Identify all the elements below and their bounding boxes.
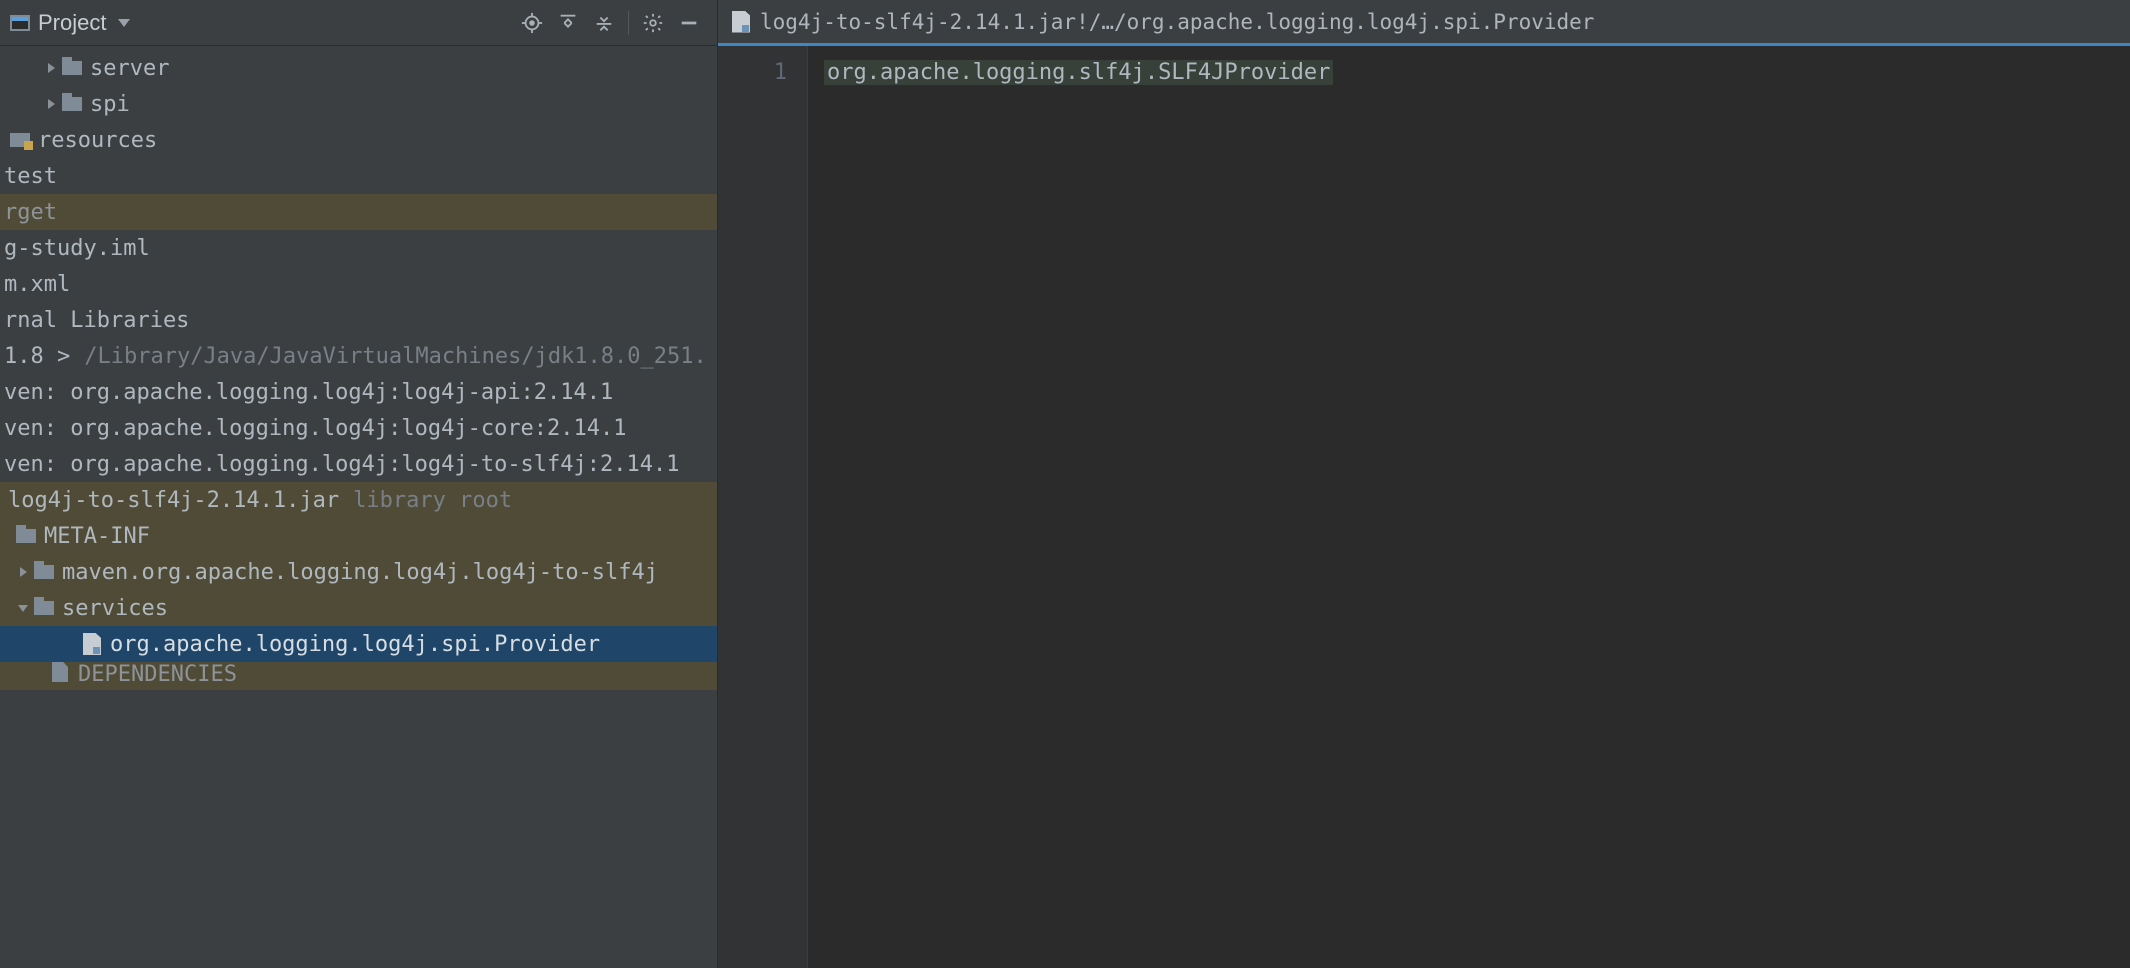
- editor-gutter[interactable]: 1: [718, 46, 808, 968]
- tree-folder-meta-inf[interactable]: META-INF: [0, 518, 717, 554]
- code-line-1[interactable]: org.apache.logging.slf4j.SLF4JProvider: [824, 60, 1333, 85]
- tree-node-maven-log4j-core[interactable]: ven: org.apache.logging.log4j:log4j-core…: [0, 410, 717, 446]
- tree-label: 1.8 >: [4, 344, 70, 369]
- chevron-right-icon: [20, 567, 27, 577]
- tree-label: resources: [38, 128, 157, 153]
- expand-all-button[interactable]: [550, 5, 586, 41]
- tree-label: test: [4, 164, 57, 189]
- tree-label: rnal Libraries: [4, 308, 189, 333]
- tree-file-provider[interactable]: org.apache.logging.log4j.spi.Provider: [0, 626, 717, 662]
- tree-sublabel: /Library/Java/JavaVirtualMachines/jdk1.8…: [84, 344, 707, 369]
- resources-folder-icon: [10, 133, 30, 147]
- tree-label: ven: org.apache.logging.log4j:log4j-to-s…: [4, 452, 680, 477]
- tree-label: ven: org.apache.logging.log4j:log4j-core…: [4, 416, 627, 441]
- editor-tab[interactable]: log4j-to-slf4j-2.14.1.jar!/…/org.apache.…: [718, 0, 2130, 46]
- toolbar-divider: [628, 11, 629, 35]
- chevron-right-icon: [48, 63, 55, 73]
- tree-node-jdk[interactable]: 1.8 > /Library/Java/JavaVirtualMachines/…: [0, 338, 717, 374]
- tree-folder-spi[interactable]: spi: [0, 86, 717, 122]
- folder-icon: [62, 97, 82, 111]
- gutter-line-number: 1: [718, 60, 787, 85]
- tree-file-dependencies[interactable]: DEPENDENCIES: [0, 662, 717, 690]
- tree-label: g-study.iml: [4, 236, 150, 261]
- folder-icon: [34, 565, 54, 579]
- hide-button[interactable]: [671, 5, 707, 41]
- file-icon: [83, 633, 101, 655]
- tree-label: DEPENDENCIES: [78, 662, 237, 687]
- tree-node-maven-log4j-to-slf4j[interactable]: ven: org.apache.logging.log4j:log4j-to-s…: [0, 446, 717, 482]
- tree-label: maven.org.apache.logging.log4j.log4j-to-…: [62, 560, 658, 585]
- settings-button[interactable]: [635, 5, 671, 41]
- tree-label: ven: org.apache.logging.log4j:log4j-api:…: [4, 380, 613, 405]
- project-dropdown[interactable]: Project: [10, 10, 130, 36]
- expand-all-icon: [557, 12, 579, 34]
- editor-code[interactable]: org.apache.logging.slf4j.SLF4JProvider: [808, 46, 2130, 968]
- tree-label: m.xml: [4, 272, 70, 297]
- target-icon: [521, 12, 543, 34]
- tree-label: rget: [4, 200, 57, 225]
- tree-label: META-INF: [44, 524, 150, 549]
- tree-sublabel: library root: [353, 488, 512, 513]
- tree-file-iml[interactable]: g-study.iml: [0, 230, 717, 266]
- chevron-down-icon: [18, 605, 28, 612]
- tree-node-external-libraries[interactable]: rnal Libraries: [0, 302, 717, 338]
- project-tree[interactable]: server spi resources test rget g-study.i…: [0, 46, 717, 968]
- tree-folder-resources[interactable]: resources: [0, 122, 717, 158]
- collapse-all-button[interactable]: [586, 5, 622, 41]
- editor-tab-label: log4j-to-slf4j-2.14.1.jar!/…/org.apache.…: [760, 10, 1594, 34]
- folder-icon: [34, 601, 54, 615]
- tree-node-jar-root[interactable]: log4j-to-slf4j-2.14.1.jar library root: [0, 482, 717, 518]
- file-icon: [732, 11, 750, 33]
- tree-label: server: [90, 56, 169, 81]
- app-root: Project se: [0, 0, 2130, 968]
- chevron-down-icon: [118, 19, 130, 27]
- sidebar-title-text: Project: [38, 10, 106, 36]
- tree-label: spi: [90, 92, 130, 117]
- minimize-icon: [678, 12, 700, 34]
- editor-body: 1 org.apache.logging.slf4j.SLF4JProvider: [718, 46, 2130, 968]
- tree-node-maven-log4j-api[interactable]: ven: org.apache.logging.log4j:log4j-api:…: [0, 374, 717, 410]
- tree-folder-maven-pkg[interactable]: maven.org.apache.logging.log4j.log4j-to-…: [0, 554, 717, 590]
- gear-icon: [642, 12, 664, 34]
- tree-folder-services[interactable]: services: [0, 590, 717, 626]
- tree-file-pom[interactable]: m.xml: [0, 266, 717, 302]
- tree-folder-target[interactable]: rget: [0, 194, 717, 230]
- tree-folder-test[interactable]: test: [0, 158, 717, 194]
- tree-folder-server[interactable]: server: [0, 50, 717, 86]
- sidebar-header: Project: [0, 0, 717, 46]
- tree-label: org.apache.logging.log4j.spi.Provider: [110, 632, 600, 657]
- editor-area: log4j-to-slf4j-2.14.1.jar!/…/org.apache.…: [718, 0, 2130, 968]
- tree-label: log4j-to-slf4j-2.14.1.jar: [8, 488, 339, 513]
- tree-label: services: [62, 596, 168, 621]
- project-tool-window: Project se: [0, 0, 718, 968]
- folder-icon: [16, 529, 36, 543]
- file-icon: [52, 662, 68, 682]
- collapse-all-icon: [593, 12, 615, 34]
- locate-button[interactable]: [514, 5, 550, 41]
- tool-window-icon: [10, 15, 30, 31]
- folder-icon: [62, 61, 82, 75]
- chevron-right-icon: [48, 99, 55, 109]
